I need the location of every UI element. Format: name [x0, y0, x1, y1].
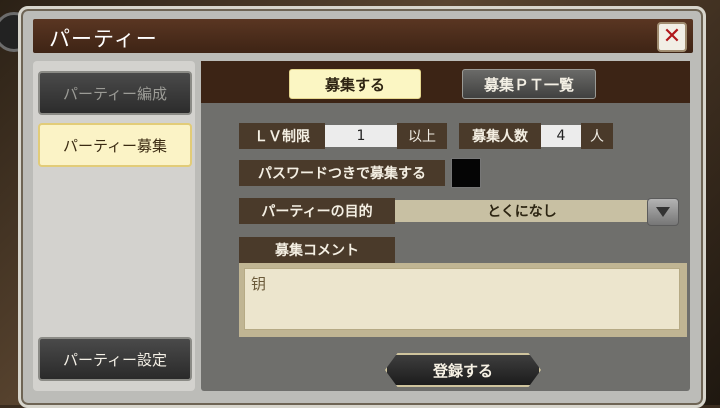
sidebar-item-party-recruit[interactable]: パーティー募集: [38, 123, 192, 167]
password-checkbox[interactable]: [451, 158, 481, 188]
level-limit-input[interactable]: 1: [325, 125, 397, 147]
sidebar-item-party-formation[interactable]: パーティー編成: [38, 71, 192, 115]
close-button[interactable]: ✕: [657, 22, 687, 52]
tab-bar: 募集する 募集ＰＴ一覧: [201, 61, 690, 103]
sidebar-item-label: パーティー編成: [62, 84, 168, 103]
close-icon: ✕: [662, 24, 682, 49]
level-limit-unit: 以上: [397, 123, 447, 149]
tab-label: 募集ＰＴ一覧: [483, 75, 574, 94]
tab-label: 募集する: [324, 75, 385, 94]
recruit-count-label: 募集人数: [459, 123, 541, 149]
sidebar-item-label: パーティー募集: [62, 136, 168, 155]
party-window: パーティー ✕ パーティー編成 パーティー募集 パーティー設定 募集する 募集Ｐ…: [18, 6, 706, 408]
sidebar: パーティー編成 パーティー募集 パーティー設定: [33, 61, 195, 391]
purpose-select[interactable]: とくになし: [395, 200, 649, 222]
purpose-label: パーティーの目的: [239, 198, 395, 224]
comment-label: 募集コメント: [239, 237, 395, 263]
triangle-down-icon: [656, 207, 670, 217]
recruit-count-input[interactable]: 4: [541, 125, 581, 147]
password-label: パスワードつきで募集する: [239, 160, 445, 186]
comment-input[interactable]: 钥: [244, 268, 680, 330]
tab-recruit[interactable]: 募集する: [289, 69, 421, 99]
main-panel: 募集する 募集ＰＴ一覧 ＬＶ制限 1 以上 募集人数 4 人 パスワードつきで募…: [201, 61, 690, 391]
level-limit-label: ＬＶ制限: [239, 123, 325, 149]
title-bar: パーティー ✕: [33, 19, 693, 53]
register-button[interactable]: 登録する: [385, 353, 541, 387]
party-settings-label: パーティー設定: [62, 350, 168, 369]
window-title: パーティー: [49, 27, 158, 51]
purpose-dropdown-button[interactable]: [647, 198, 679, 226]
comment-frame: 钥: [239, 263, 687, 337]
register-label: 登録する: [432, 361, 493, 380]
party-settings-button[interactable]: パーティー設定: [38, 337, 192, 381]
tab-recruit-pt-list[interactable]: 募集ＰＴ一覧: [462, 69, 596, 99]
recruit-count-unit: 人: [581, 123, 613, 149]
